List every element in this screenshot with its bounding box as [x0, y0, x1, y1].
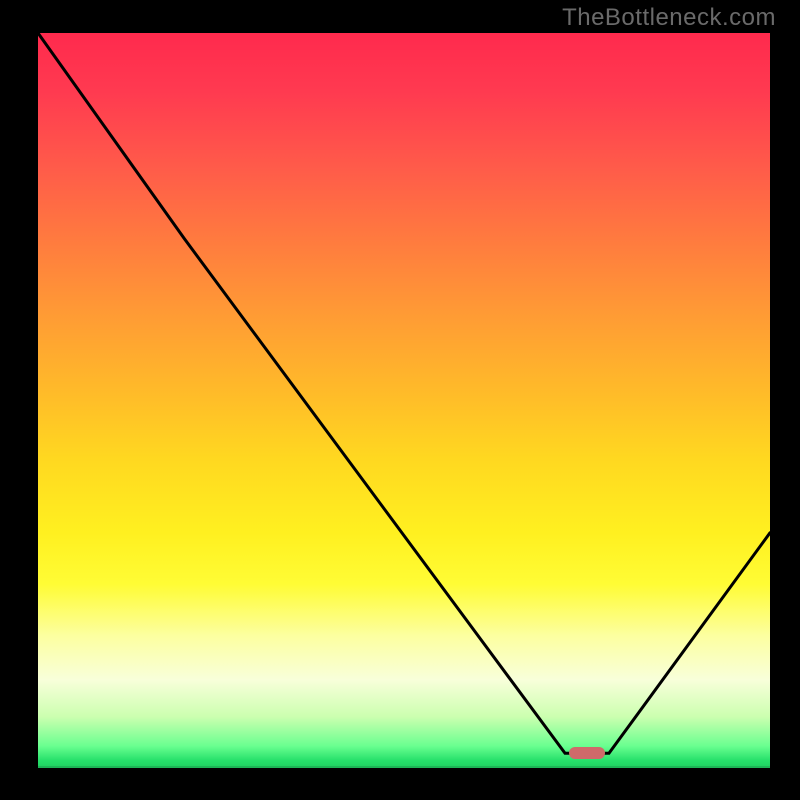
watermark-label: TheBottleneck.com [562, 4, 776, 32]
optimal-marker [569, 747, 606, 759]
bottleneck-curve [38, 33, 770, 768]
chart-container: TheBottleneck.com [0, 0, 800, 800]
plot-area [38, 33, 770, 768]
